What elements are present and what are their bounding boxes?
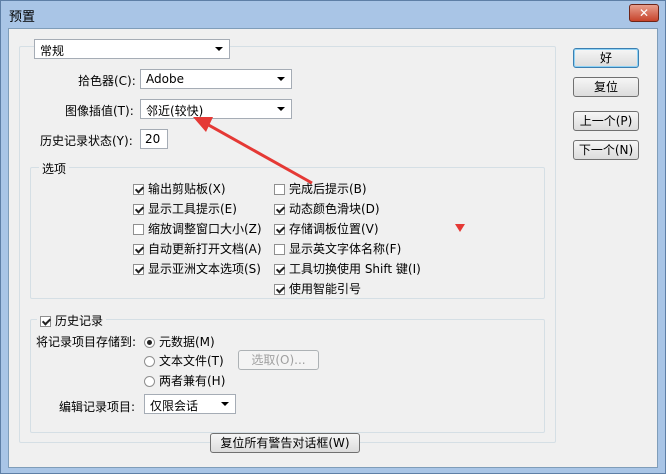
preferences-window: 预置 ✕ 常规 拾色器(C): Adobe 图像插值(T): 邻近(较快) 历史… xyxy=(0,0,666,474)
window-title: 预置 xyxy=(9,10,36,25)
close-button[interactable]: ✕ xyxy=(629,4,659,22)
annotation-triangle-marker xyxy=(455,224,465,232)
title-bar[interactable]: 预置 ✕ xyxy=(1,1,665,27)
annotation-overlay xyxy=(193,117,465,232)
annotation-arrow-line xyxy=(204,121,313,185)
dialog-client: 常规 拾色器(C): Adobe 图像插值(T): 邻近(较快) 历史记录状态(… xyxy=(8,28,658,468)
